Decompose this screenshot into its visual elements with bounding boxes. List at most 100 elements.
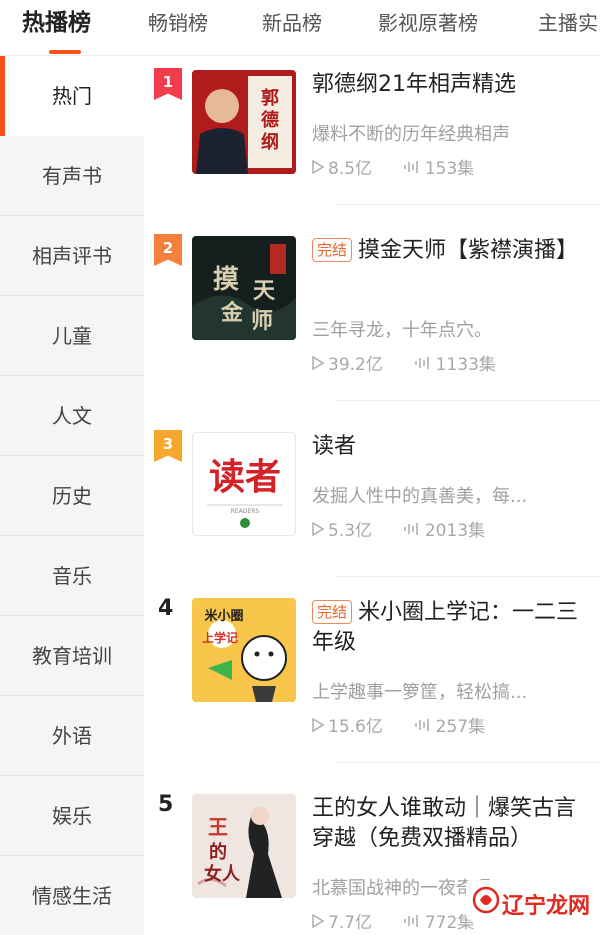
sidebar-item-education[interactable]: 教育培训 — [0, 616, 144, 696]
sidebar-item-label: 情感生活 — [32, 884, 112, 908]
svg-text:米小圈: 米小圈 — [204, 608, 243, 624]
sidebar-item-history[interactable]: 历史 — [0, 456, 144, 536]
album-description: 上学趣事一箩筐，轻松搞... — [312, 682, 528, 703]
sidebar-item-hot[interactable]: 热门 — [0, 56, 144, 136]
svg-text:德: 德 — [261, 109, 279, 131]
item-divider — [336, 204, 600, 205]
tab-active-underline — [49, 50, 81, 54]
rank-list-item[interactable]: 3 读者 READERS 读者 发掘人性中的真善美，每... 5.3亿 2013… — [144, 418, 600, 578]
sidebar-item-entertainment[interactable]: 娱乐 — [0, 776, 144, 856]
soundwave-icon — [414, 717, 432, 737]
sidebar-item-label: 相声评书 — [32, 244, 112, 268]
svg-text:郭: 郭 — [261, 87, 279, 109]
sidebar-active-indicator — [0, 56, 5, 136]
sidebar-item-humanities[interactable]: 人文 — [0, 376, 144, 456]
rank-list-item[interactable]: 1 郭 德 纲 郭德纲21年相声精选 爆料不断的历年经典相声 8.5亿 153集 — [144, 56, 600, 206]
cover-art: 读者 READERS — [193, 433, 295, 535]
album-title[interactable]: 郭德纲21年相声精选 — [312, 70, 588, 100]
album-stats: 8.5亿 153集 — [312, 154, 592, 179]
sidebar-item-language[interactable]: 外语 — [0, 696, 144, 776]
play-count: 39.2亿 — [328, 355, 383, 375]
soundwave-icon — [403, 521, 421, 541]
svg-text:上学记: 上学记 — [202, 630, 238, 645]
sidebar-item-label: 热门 — [52, 84, 92, 108]
album-title[interactable]: 读者 — [312, 432, 588, 462]
item-divider — [336, 576, 600, 577]
album-stats: 5.3亿 2013集 — [312, 516, 592, 541]
cover-art: 王 的 女人 — [192, 794, 296, 898]
episode-count: 153集 — [424, 159, 475, 179]
sidebar-item-audiobook[interactable]: 有声书 — [0, 136, 144, 216]
watermark-text: 辽宁龙网 — [502, 894, 591, 919]
play-count: 5.3亿 — [328, 521, 373, 541]
episode-count: 1133集 — [435, 355, 496, 375]
play-icon — [312, 913, 325, 933]
watermark-logo-icon — [472, 886, 500, 914]
rank-badge: 3 — [154, 430, 182, 462]
play-count: 7.7亿 — [328, 913, 373, 933]
album-cover: 读者 READERS — [192, 432, 296, 536]
tab-bestseller[interactable]: 畅销榜 — [148, 0, 208, 55]
album-cover: 王 的 女人 — [192, 794, 296, 898]
sidebar-item-children[interactable]: 儿童 — [0, 296, 144, 376]
tab-anchor[interactable]: 主播实 — [538, 0, 598, 55]
album-title[interactable]: 完结 米小圈上学记：一二三年级 — [312, 598, 588, 658]
album-cover: 米小圈 上学记 — [192, 598, 296, 702]
album-title[interactable]: 完结 摸金天师【紫襟演播】 — [312, 236, 588, 266]
item-divider — [336, 762, 600, 763]
svg-text:师: 师 — [251, 308, 273, 334]
completed-tag: 完结 — [312, 238, 353, 262]
cover-title: 读者 — [209, 456, 281, 498]
site-watermark: 辽宁龙网 — [466, 880, 594, 920]
sidebar-item-label: 儿童 — [52, 324, 92, 348]
rank-number: 5 — [158, 792, 174, 817]
svg-text:女人: 女人 — [204, 863, 241, 885]
sidebar-item-label: 教育培训 — [32, 644, 112, 668]
sidebar-item-label: 音乐 — [52, 564, 92, 588]
sidebar-item-label: 历史 — [52, 484, 92, 508]
cover-subtitle: READERS — [231, 508, 260, 515]
sidebar-item-emotion[interactable]: 情感生活 — [0, 856, 144, 935]
cover-art: 郭 德 纲 — [192, 70, 296, 174]
episode-count: 2013集 — [424, 521, 486, 541]
album-description: 发掘人性中的真善美，每... — [312, 486, 528, 507]
svg-text:的: 的 — [209, 841, 227, 863]
sidebar-item-music[interactable]: 音乐 — [0, 536, 144, 616]
rank-list-item[interactable]: 2 摸 天 金 师 完结 摸金天师【紫襟演播】 三年寻龙，十年点穴。 39.2亿 … — [144, 222, 600, 402]
episode-count: 257集 — [435, 717, 486, 737]
tab-film-original[interactable]: 影视原著榜 — [378, 0, 478, 55]
sidebar-item-crosstalk[interactable]: 相声评书 — [0, 216, 144, 296]
rank-number: 4 — [158, 596, 174, 621]
sidebar-item-label: 外语 — [52, 724, 92, 748]
play-icon — [312, 159, 325, 179]
cover-art: 摸 天 金 师 — [192, 236, 296, 340]
play-icon — [312, 355, 325, 375]
rank-badge: 2 — [154, 234, 182, 266]
sidebar-item-label: 娱乐 — [52, 804, 92, 828]
album-title-text: 王的女人谁敢动｜爆笑古言穿越（免费双播精品） — [312, 796, 577, 851]
album-cover: 郭 德 纲 — [192, 70, 296, 174]
soundwave-icon — [403, 159, 421, 179]
cover-art: 米小圈 上学记 — [192, 598, 296, 702]
rank-list-item[interactable]: 4 米小圈 上学记 完结 米小圈上学记：一二三年级 上学趣事一箩筐，轻松搞... … — [144, 584, 600, 764]
soundwave-icon — [414, 355, 432, 375]
play-icon — [312, 521, 325, 541]
album-title-text: 郭德纲21年相声精选 — [312, 72, 516, 97]
category-sidebar: 热门 有声书 相声评书 儿童 人文 历史 音乐 教育培训 外语 娱乐 情感生活 — [0, 56, 144, 935]
sidebar-item-label: 有声书 — [42, 164, 102, 188]
soundwave-icon — [403, 913, 421, 933]
album-title[interactable]: 王的女人谁敢动｜爆笑古言穿越（免费双播精品） — [312, 794, 588, 854]
svg-text:王: 王 — [208, 815, 228, 839]
play-icon — [312, 717, 325, 737]
sidebar-item-label: 人文 — [52, 404, 92, 428]
album-stats: 15.6亿 257集 — [312, 712, 592, 737]
play-count: 8.5亿 — [328, 159, 373, 179]
svg-text:金: 金 — [220, 300, 244, 326]
album-description: 三年寻龙，十年点穴。 — [312, 320, 492, 341]
tab-new[interactable]: 新品榜 — [262, 0, 322, 55]
album-title-text: 读者 — [312, 434, 357, 459]
rank-badge: 1 — [154, 68, 182, 100]
tab-hot[interactable]: 热播榜 — [22, 0, 91, 55]
play-count: 15.6亿 — [328, 717, 383, 737]
svg-text:天: 天 — [253, 278, 276, 304]
